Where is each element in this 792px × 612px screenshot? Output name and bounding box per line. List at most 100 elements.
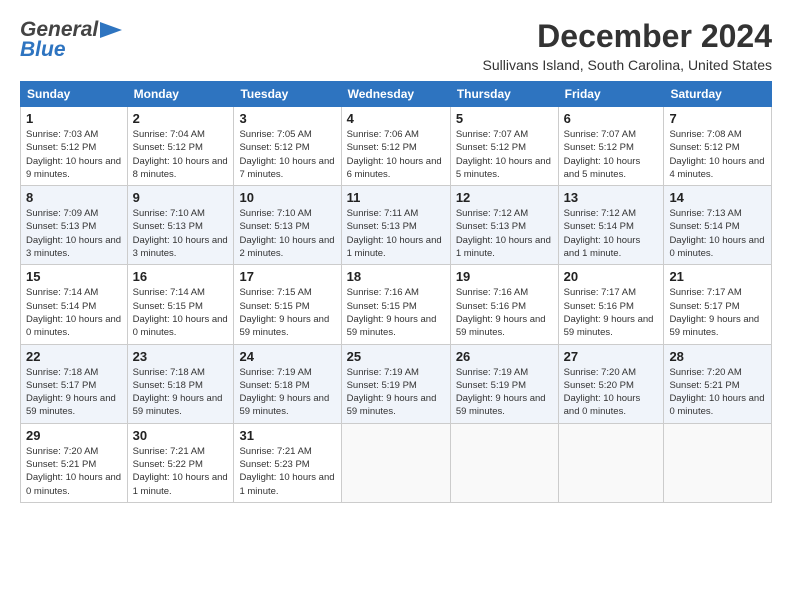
cell-info: Sunrise: 7:11 AMSunset: 5:13 PMDaylight:… — [347, 207, 445, 260]
col-thursday: Thursday — [450, 82, 558, 107]
table-row: 26 Sunrise: 7:19 AMSunset: 5:19 PMDaylig… — [450, 344, 558, 423]
month-year: December 2024 — [483, 18, 773, 55]
cell-day-number: 20 — [564, 269, 659, 284]
cell-day-number: 7 — [669, 111, 766, 126]
cell-day-number: 21 — [669, 269, 766, 284]
cell-info: Sunrise: 7:17 AMSunset: 5:17 PMDaylight:… — [669, 286, 766, 339]
table-row: 3 Sunrise: 7:05 AMSunset: 5:12 PMDayligh… — [234, 107, 341, 186]
col-tuesday: Tuesday — [234, 82, 341, 107]
cell-day-number: 17 — [239, 269, 335, 284]
table-row: 20 Sunrise: 7:17 AMSunset: 5:16 PMDaylig… — [558, 265, 664, 344]
cell-info: Sunrise: 7:08 AMSunset: 5:12 PMDaylight:… — [669, 128, 766, 181]
cell-info: Sunrise: 7:19 AMSunset: 5:19 PMDaylight:… — [456, 366, 553, 419]
table-row: 27 Sunrise: 7:20 AMSunset: 5:20 PMDaylig… — [558, 344, 664, 423]
cell-info: Sunrise: 7:04 AMSunset: 5:12 PMDaylight:… — [133, 128, 229, 181]
header-area: General Blue December 2024 Sullivans Isl… — [20, 18, 772, 73]
cell-day-number: 19 — [456, 269, 553, 284]
calendar: Sunday Monday Tuesday Wednesday Thursday… — [20, 81, 772, 503]
table-row: 8 Sunrise: 7:09 AMSunset: 5:13 PMDayligh… — [21, 186, 128, 265]
cell-day-number: 29 — [26, 428, 122, 443]
title-area: December 2024 Sullivans Island, South Ca… — [483, 18, 773, 73]
cell-info: Sunrise: 7:07 AMSunset: 5:12 PMDaylight:… — [456, 128, 553, 181]
week-row-3: 15 Sunrise: 7:14 AMSunset: 5:14 PMDaylig… — [21, 265, 772, 344]
table-row: 17 Sunrise: 7:15 AMSunset: 5:15 PMDaylig… — [234, 265, 341, 344]
cell-day-number: 5 — [456, 111, 553, 126]
cell-day-number: 10 — [239, 190, 335, 205]
logo-flag-icon — [100, 22, 122, 38]
table-row: 13 Sunrise: 7:12 AMSunset: 5:14 PMDaylig… — [558, 186, 664, 265]
cell-day-number: 15 — [26, 269, 122, 284]
col-sunday: Sunday — [21, 82, 128, 107]
cell-day-number: 16 — [133, 269, 229, 284]
cell-info: Sunrise: 7:17 AMSunset: 5:16 PMDaylight:… — [564, 286, 659, 339]
cell-info: Sunrise: 7:13 AMSunset: 5:14 PMDaylight:… — [669, 207, 766, 260]
logo-blue: Blue — [20, 38, 66, 62]
cell-day-number: 30 — [133, 428, 229, 443]
table-row: 6 Sunrise: 7:07 AMSunset: 5:12 PMDayligh… — [558, 107, 664, 186]
table-row: 25 Sunrise: 7:19 AMSunset: 5:19 PMDaylig… — [341, 344, 450, 423]
table-row — [341, 423, 450, 502]
week-row-5: 29 Sunrise: 7:20 AMSunset: 5:21 PMDaylig… — [21, 423, 772, 502]
cell-day-number: 23 — [133, 349, 229, 364]
col-monday: Monday — [127, 82, 234, 107]
table-row: 12 Sunrise: 7:12 AMSunset: 5:13 PMDaylig… — [450, 186, 558, 265]
table-row: 29 Sunrise: 7:20 AMSunset: 5:21 PMDaylig… — [21, 423, 128, 502]
table-row: 11 Sunrise: 7:11 AMSunset: 5:13 PMDaylig… — [341, 186, 450, 265]
page: General Blue December 2024 Sullivans Isl… — [0, 0, 792, 513]
cell-info: Sunrise: 7:20 AMSunset: 5:21 PMDaylight:… — [669, 366, 766, 419]
table-row: 2 Sunrise: 7:04 AMSunset: 5:12 PMDayligh… — [127, 107, 234, 186]
cell-day-number: 2 — [133, 111, 229, 126]
table-row: 22 Sunrise: 7:18 AMSunset: 5:17 PMDaylig… — [21, 344, 128, 423]
table-row: 15 Sunrise: 7:14 AMSunset: 5:14 PMDaylig… — [21, 265, 128, 344]
cell-info: Sunrise: 7:21 AMSunset: 5:23 PMDaylight:… — [239, 445, 335, 498]
table-row — [450, 423, 558, 502]
cell-info: Sunrise: 7:19 AMSunset: 5:19 PMDaylight:… — [347, 366, 445, 419]
cell-info: Sunrise: 7:07 AMSunset: 5:12 PMDaylight:… — [564, 128, 659, 181]
cell-day-number: 8 — [26, 190, 122, 205]
table-row — [664, 423, 772, 502]
table-row: 7 Sunrise: 7:08 AMSunset: 5:12 PMDayligh… — [664, 107, 772, 186]
table-row: 31 Sunrise: 7:21 AMSunset: 5:23 PMDaylig… — [234, 423, 341, 502]
cell-day-number: 1 — [26, 111, 122, 126]
cell-day-number: 31 — [239, 428, 335, 443]
table-row: 24 Sunrise: 7:19 AMSunset: 5:18 PMDaylig… — [234, 344, 341, 423]
cell-info: Sunrise: 7:12 AMSunset: 5:14 PMDaylight:… — [564, 207, 659, 260]
table-row: 28 Sunrise: 7:20 AMSunset: 5:21 PMDaylig… — [664, 344, 772, 423]
cell-info: Sunrise: 7:16 AMSunset: 5:16 PMDaylight:… — [456, 286, 553, 339]
cell-info: Sunrise: 7:05 AMSunset: 5:12 PMDaylight:… — [239, 128, 335, 181]
col-wednesday: Wednesday — [341, 82, 450, 107]
cell-info: Sunrise: 7:20 AMSunset: 5:20 PMDaylight:… — [564, 366, 659, 419]
week-row-1: 1 Sunrise: 7:03 AMSunset: 5:12 PMDayligh… — [21, 107, 772, 186]
table-row: 19 Sunrise: 7:16 AMSunset: 5:16 PMDaylig… — [450, 265, 558, 344]
table-row: 1 Sunrise: 7:03 AMSunset: 5:12 PMDayligh… — [21, 107, 128, 186]
cell-info: Sunrise: 7:03 AMSunset: 5:12 PMDaylight:… — [26, 128, 122, 181]
col-saturday: Saturday — [664, 82, 772, 107]
cell-day-number: 28 — [669, 349, 766, 364]
cell-info: Sunrise: 7:09 AMSunset: 5:13 PMDaylight:… — [26, 207, 122, 260]
table-row: 9 Sunrise: 7:10 AMSunset: 5:13 PMDayligh… — [127, 186, 234, 265]
cell-info: Sunrise: 7:18 AMSunset: 5:17 PMDaylight:… — [26, 366, 122, 419]
cell-info: Sunrise: 7:14 AMSunset: 5:15 PMDaylight:… — [133, 286, 229, 339]
calendar-header-row: Sunday Monday Tuesday Wednesday Thursday… — [21, 82, 772, 107]
cell-day-number: 27 — [564, 349, 659, 364]
cell-info: Sunrise: 7:19 AMSunset: 5:18 PMDaylight:… — [239, 366, 335, 419]
col-friday: Friday — [558, 82, 664, 107]
cell-day-number: 11 — [347, 190, 445, 205]
table-row: 10 Sunrise: 7:10 AMSunset: 5:13 PMDaylig… — [234, 186, 341, 265]
cell-info: Sunrise: 7:12 AMSunset: 5:13 PMDaylight:… — [456, 207, 553, 260]
cell-day-number: 4 — [347, 111, 445, 126]
table-row — [558, 423, 664, 502]
cell-day-number: 18 — [347, 269, 445, 284]
table-row: 14 Sunrise: 7:13 AMSunset: 5:14 PMDaylig… — [664, 186, 772, 265]
table-row: 30 Sunrise: 7:21 AMSunset: 5:22 PMDaylig… — [127, 423, 234, 502]
cell-day-number: 6 — [564, 111, 659, 126]
cell-day-number: 26 — [456, 349, 553, 364]
cell-day-number: 25 — [347, 349, 445, 364]
cell-info: Sunrise: 7:18 AMSunset: 5:18 PMDaylight:… — [133, 366, 229, 419]
week-row-4: 22 Sunrise: 7:18 AMSunset: 5:17 PMDaylig… — [21, 344, 772, 423]
cell-day-number: 22 — [26, 349, 122, 364]
table-row: 23 Sunrise: 7:18 AMSunset: 5:18 PMDaylig… — [127, 344, 234, 423]
cell-info: Sunrise: 7:20 AMSunset: 5:21 PMDaylight:… — [26, 445, 122, 498]
cell-day-number: 9 — [133, 190, 229, 205]
location: Sullivans Island, South Carolina, United… — [483, 57, 773, 73]
